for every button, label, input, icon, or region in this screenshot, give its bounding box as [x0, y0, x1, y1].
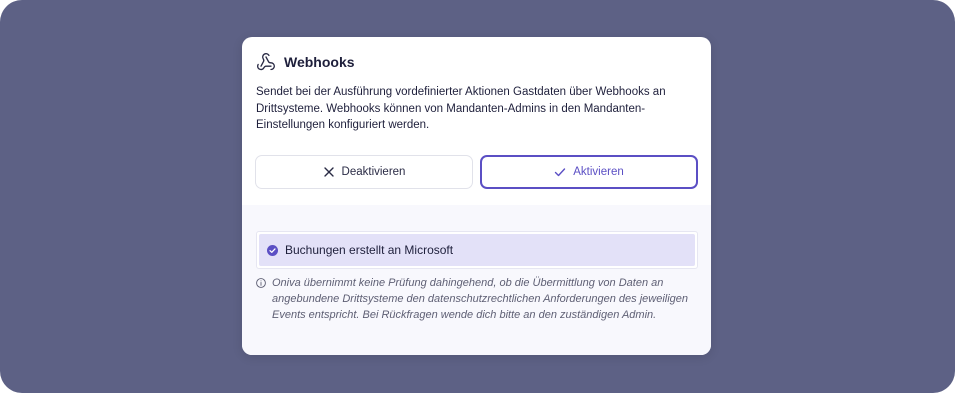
dialog-description: Sendet bei der Ausführung vordefinierter… [256, 86, 666, 131]
webhook-icon [256, 52, 276, 72]
activate-button[interactable]: Aktivieren [480, 155, 698, 189]
notice-text: Oniva übernimmt keine Prüfung dahingehen… [272, 277, 689, 321]
deactivate-button[interactable]: Deaktivieren [255, 155, 473, 189]
dialog-header: Webhooks [256, 51, 355, 73]
dialog-title: Webhooks [284, 54, 355, 70]
privacy-notice: Oniva übernimmt keine Prüfung dahingehen… [256, 275, 696, 323]
event-label: Buchungen erstellt an Microsoft [285, 243, 454, 257]
check-circle-icon [267, 244, 278, 256]
events-list: Buchungen erstellt an Microsoft [256, 231, 698, 269]
info-icon [256, 278, 266, 288]
event-item-bookings-microsoft[interactable]: Buchungen erstellt an Microsoft [259, 234, 695, 266]
activate-button-label: Aktivieren [573, 166, 624, 178]
close-icon [323, 166, 335, 178]
events-section: Buchungen erstellt an Microsoft Oniva üb… [242, 205, 711, 355]
deactivate-button-label: Deaktivieren [341, 166, 406, 178]
webhooks-dialog: Webhooks Sendet bei der Ausführung vorde… [242, 37, 711, 355]
check-icon [554, 166, 566, 178]
